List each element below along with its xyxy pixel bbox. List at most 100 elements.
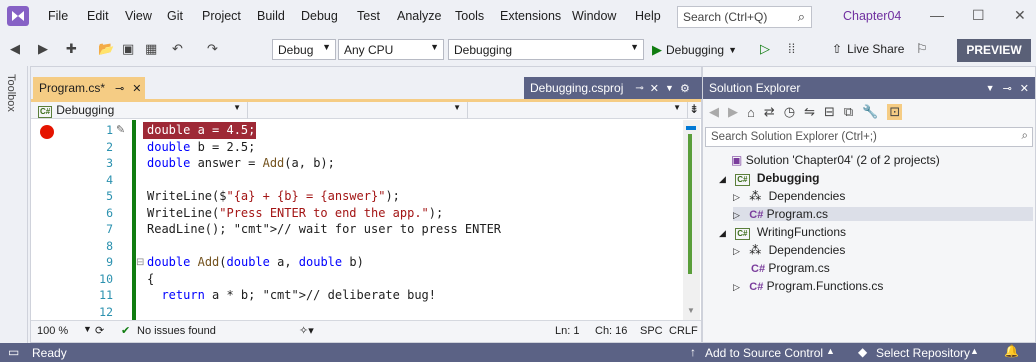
scroll-position-marker [686, 126, 696, 130]
tree-solution[interactable]: ▣ Solution 'Chapter04' (2 of 2 projects) [731, 153, 940, 167]
close-tab-icon[interactable]: ✕ [132, 82, 141, 95]
code-cleanup-icon[interactable]: ✧▾ [299, 324, 314, 337]
show-all-files-icon[interactable]: ⧉ [844, 104, 853, 120]
chevron-down-icon: ▼ [453, 103, 461, 112]
issues-status[interactable]: No issues found [137, 325, 216, 337]
column-indicator[interactable]: Ch: 16 [595, 325, 627, 337]
chevron-down-icon[interactable]: ▼ [665, 83, 674, 93]
menu-git[interactable]: Git [167, 9, 183, 23]
bell-icon[interactable]: 🔔 [1004, 344, 1019, 358]
forward-icon[interactable]: ▶ [38, 41, 48, 57]
menu-build[interactable]: Build [257, 9, 285, 23]
tree-dependencies-2[interactable]: ▷ ⁂ Dependencies [733, 243, 845, 257]
project-nav-dropdown[interactable]: C# Debugging ▼ [33, 102, 248, 119]
preview-selected-icon[interactable]: ⊡ [887, 104, 903, 120]
collapse-all-icon[interactable]: ⊟ [824, 104, 835, 120]
minimize-icon[interactable]: — [930, 7, 944, 23]
vertical-scrollbar[interactable]: ▼ [683, 120, 700, 320]
gear-icon[interactable]: ⚙ [680, 82, 690, 95]
tree-project-writingfunctions[interactable]: ◢ C# WritingFunctions [719, 225, 846, 240]
properties-icon[interactable]: 🔧 [862, 104, 878, 120]
switch-views-icon[interactable]: ⇄ [764, 104, 775, 120]
play-icon: ▶ [652, 42, 662, 57]
tree-project-debugging[interactable]: ◢ C# Debugging [719, 171, 820, 186]
new-project-icon[interactable]: ✚ [66, 41, 77, 57]
editor-status-line: 100 % ▼ ⟳ ✔ No issues found ✧▾ Ln: 1 Ch:… [31, 320, 701, 342]
maximize-icon[interactable]: ☐ [972, 7, 985, 24]
tree-program-cs-2[interactable]: C# Program.cs [751, 261, 830, 275]
tab-debugging-csproj[interactable]: Debugging.csproj ⊸ ✕ ▼ ⚙ [524, 77, 702, 99]
start-debugging-button[interactable]: ▶ Debugging ▼ [652, 42, 737, 58]
close-tab-icon[interactable]: ✕ [650, 82, 659, 95]
close-icon[interactable]: ✕ [1020, 82, 1029, 95]
configuration-dropdown[interactable]: Debug ▼ [272, 39, 336, 60]
line-number: 3 [106, 156, 113, 170]
collapse-icon[interactable]: ⊟ [136, 257, 144, 268]
close-icon[interactable]: ✕ [1014, 7, 1026, 24]
menu-bar: File Edit View Git Project Build Debug T… [0, 0, 1036, 33]
undo-icon[interactable]: ↶ [172, 41, 183, 57]
configuration-value: Debug [278, 43, 314, 57]
menu-analyze[interactable]: Analyze [397, 9, 441, 23]
whitespace-indicator[interactable]: SPC [640, 325, 663, 337]
save-all-icon[interactable]: ▦ [145, 41, 157, 57]
back-icon[interactable]: ◀ [10, 41, 20, 57]
code-line: double Add(double a, double b) [147, 255, 364, 269]
search-input[interactable]: Search (Ctrl+Q) ⌕ [677, 6, 812, 28]
startup-project-dropdown[interactable]: Debugging ▼ [448, 39, 644, 60]
zoom-level[interactable]: 100 % [37, 325, 68, 337]
quick-actions-icon[interactable]: ✎ [116, 123, 125, 136]
menu-edit[interactable]: Edit [87, 9, 109, 23]
forward-icon[interactable]: ▶ [728, 104, 738, 120]
menu-view[interactable]: View [125, 9, 152, 23]
feedback-icon[interactable]: ⚐ [916, 41, 928, 57]
breakpoint-icon[interactable] [40, 125, 54, 139]
dependencies-icon: ⁂ [749, 243, 762, 257]
menu-test[interactable]: Test [357, 9, 380, 23]
back-icon[interactable]: ◀ [709, 104, 719, 120]
member-nav-dropdown[interactable]: ▼ [468, 102, 688, 119]
chevron-down-icon[interactable]: ▼ [83, 324, 92, 334]
menu-project[interactable]: Project [202, 9, 241, 23]
menu-help[interactable]: Help [635, 9, 661, 23]
preview-button[interactable]: PREVIEW [957, 39, 1031, 62]
tree-dependencies[interactable]: ▷ ⁂ Dependencies [733, 189, 845, 203]
type-nav-dropdown[interactable]: ▼ [248, 102, 468, 119]
redo-icon[interactable]: ↷ [207, 41, 218, 57]
menu-debug[interactable]: Debug [301, 9, 338, 23]
solution-search-input[interactable]: Search Solution Explorer (Ctrl+;) ⌕ [705, 127, 1033, 147]
tree-program-cs[interactable]: ▷ C# Program.cs [733, 207, 1033, 221]
menu-tools[interactable]: Tools [455, 9, 484, 23]
add-to-source-control-button[interactable]: Add to Source Control [705, 346, 823, 360]
scroll-down-icon[interactable]: ▼ [687, 306, 695, 315]
line-ending-indicator[interactable]: CRLF [669, 325, 698, 337]
pin-icon[interactable]: ⊸ [1003, 82, 1012, 95]
pending-changes-icon[interactable]: ◷ [784, 104, 795, 120]
home-icon[interactable]: ⌂ [747, 105, 755, 120]
code-line: WriteLine("Press ENTER to end the app.")… [147, 205, 444, 220]
tree-program-functions[interactable]: ▷ C# Program.Functions.cs [733, 279, 883, 293]
tree-label: Solution 'Chapter04' (2 of 2 projects) [745, 153, 940, 167]
live-share-button[interactable]: ⇧ Live Share [832, 42, 904, 56]
solution-title: Chapter04 [843, 9, 902, 23]
sync-icon[interactable]: ⇋ [804, 104, 815, 120]
chevron-down-icon[interactable]: ▼ [986, 83, 995, 93]
menu-window[interactable]: Window [572, 9, 616, 23]
toolbox-strip[interactable]: Toolbox [0, 66, 28, 343]
split-icon[interactable]: ⇟ [689, 102, 699, 116]
pin-icon[interactable]: ⊸ [115, 82, 124, 95]
step-icons[interactable]: ⁞⁞ [788, 41, 795, 56]
save-icon[interactable]: ▣ [122, 41, 134, 57]
menu-extensions[interactable]: Extensions [500, 9, 561, 23]
menu-file[interactable]: File [48, 9, 68, 23]
start-without-debugging-icon[interactable]: ▷ [760, 41, 770, 57]
platform-dropdown[interactable]: Any CPU ▼ [338, 39, 444, 60]
open-folder-icon[interactable]: 📂 [98, 41, 114, 57]
line-indicator[interactable]: Ln: 1 [555, 325, 579, 337]
intellicode-icon[interactable]: ⟳ [95, 324, 104, 337]
pin-icon[interactable]: ⊸ [635, 83, 643, 94]
select-repository-button[interactable]: Select Repository [876, 346, 970, 360]
notifications-output-icon[interactable]: ▭ [8, 345, 19, 359]
tab-program-cs[interactable]: Program.cs* ⊸ ✕ [33, 77, 145, 99]
code-area[interactable]: ✎ 1 2 3 4 5 6 7 8 9 10 11 12 double a = … [31, 120, 701, 320]
